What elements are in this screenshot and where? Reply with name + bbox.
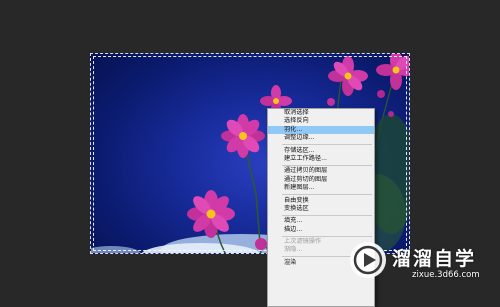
menu-item[interactable]: 自由变换 bbox=[268, 197, 374, 205]
menu-separator bbox=[282, 144, 372, 146]
menu-item[interactable]: 通过拷贝的图层 bbox=[268, 167, 374, 175]
watermark-title: 溜溜自学 bbox=[392, 248, 477, 270]
menu-item[interactable]: 调整边缘... bbox=[268, 134, 374, 142]
menu-item[interactable]: 存储选区... bbox=[268, 147, 374, 155]
menu-item[interactable]: 填充... bbox=[268, 217, 374, 225]
menu-item[interactable]: 变换选区 bbox=[268, 205, 374, 213]
watermark-url: zixue.3d66.com bbox=[412, 270, 480, 280]
menu-item[interactable]: 羽化... bbox=[268, 125, 374, 135]
menu-item[interactable]: 描边... bbox=[268, 226, 374, 234]
watermark-logo bbox=[350, 242, 386, 278]
menu-item[interactable]: 新建图层... bbox=[268, 184, 374, 192]
watermark: 溜溜自学 zixue.3d66.com bbox=[350, 240, 492, 288]
menu-separator bbox=[282, 164, 372, 166]
menu-item[interactable]: 通过剪切的图层 bbox=[268, 176, 374, 184]
menu-item[interactable]: 选择反向 bbox=[268, 117, 374, 125]
menu-separator bbox=[282, 235, 372, 237]
play-icon bbox=[353, 245, 383, 275]
menu-separator bbox=[282, 194, 372, 196]
menu-item[interactable]: 建立工作路径... bbox=[268, 155, 374, 163]
menu-separator bbox=[282, 214, 372, 216]
